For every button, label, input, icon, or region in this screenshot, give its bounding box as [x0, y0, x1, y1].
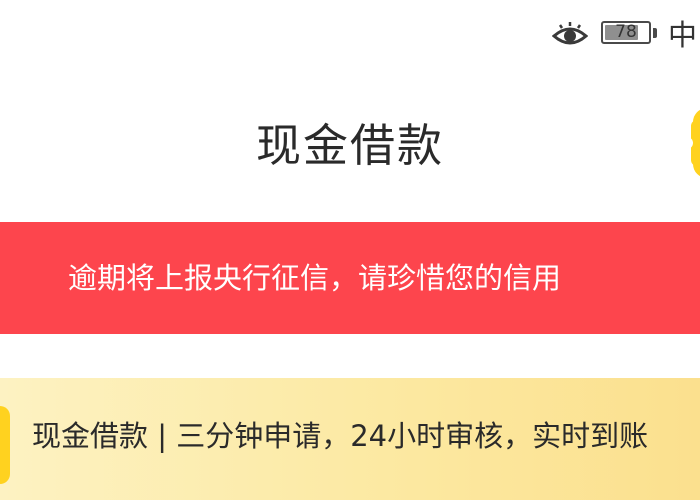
battery-tip — [653, 28, 657, 38]
carrier-label: 中 — [668, 18, 698, 52]
promo-text: 现金借款 | 三分钟申请，24小时审核，实时到账 — [32, 419, 649, 453]
page: 78 中 现金借款 逾期将上报央行征信，请珍惜您的信用 现金借款 | 三分钟申请… — [0, 0, 700, 500]
warning-banner: 逾期将上报央行征信，请珍惜您的信用 — [0, 222, 700, 334]
page-title: 现金借款 — [255, 119, 444, 172]
warning-text: 逾期将上报央行征信，请珍惜您的信用 — [68, 261, 562, 295]
app-logo-icon[interactable] — [683, 108, 700, 178]
app-logo-icon — [0, 406, 10, 484]
battery-level: 78 — [615, 22, 637, 42]
battery-indicator: 78 — [601, 21, 651, 44]
status-bar: 78 中 — [0, 0, 700, 70]
promo-bar[interactable]: 现金借款 | 三分钟申请，24小时审核，实时到账 — [0, 378, 700, 500]
eye-icon — [552, 22, 588, 45]
